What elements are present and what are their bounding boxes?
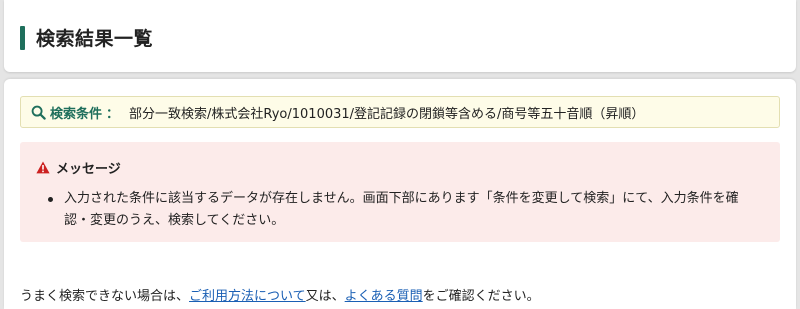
message-header: メッセージ — [36, 158, 121, 177]
message-text: 入力された条件に該当するデータが存在しません。画面下部にあります「条件を変更して… — [64, 191, 739, 228]
message-list: 入力された条件に該当するデータが存在しません。画面下部にあります「条件を変更して… — [48, 188, 748, 232]
message-box: メッセージ 入力された条件に該当するデータが存在しません。画面下部にあります「条… — [20, 142, 780, 242]
search-condition-separator: ： — [106, 106, 120, 122]
search-condition-label: 検索条件 — [50, 106, 103, 122]
warning-icon — [36, 161, 50, 174]
bullet — [48, 197, 53, 202]
search-icon — [31, 105, 46, 120]
main-card: 検索条件 ： 部分一致検索/株式会社Ryo/1010031/登記記録の閉鎖等含め… — [4, 79, 796, 309]
usage-guide-link[interactable]: ご利用方法について — [189, 289, 306, 304]
help-middle: 又は、 — [305, 289, 345, 304]
page-title: 検索結果一覧 — [36, 28, 154, 50]
message-item: 入力された条件に該当するデータが存在しません。画面下部にあります「条件を変更して… — [48, 188, 748, 232]
help-prefix: うまく検索できない場合は、 — [20, 289, 190, 304]
title-accent-bar — [20, 26, 25, 50]
search-condition-value: 部分一致検索/株式会社Ryo/1010031/登記記録の閉鎖等含める/商号等五十… — [129, 106, 645, 122]
help-line: うまく検索できない場合は、ご利用方法について又は、よくある質問をご確認ください。 — [20, 285, 540, 304]
message-title: メッセージ — [56, 162, 121, 177]
faq-link[interactable]: よくある質問 — [345, 289, 423, 304]
header-card: 検索結果一覧 — [4, 0, 796, 72]
search-condition-box: 検索条件 ： 部分一致検索/株式会社Ryo/1010031/登記記録の閉鎖等含め… — [20, 96, 780, 128]
help-suffix: をご確認ください。 — [422, 289, 540, 304]
